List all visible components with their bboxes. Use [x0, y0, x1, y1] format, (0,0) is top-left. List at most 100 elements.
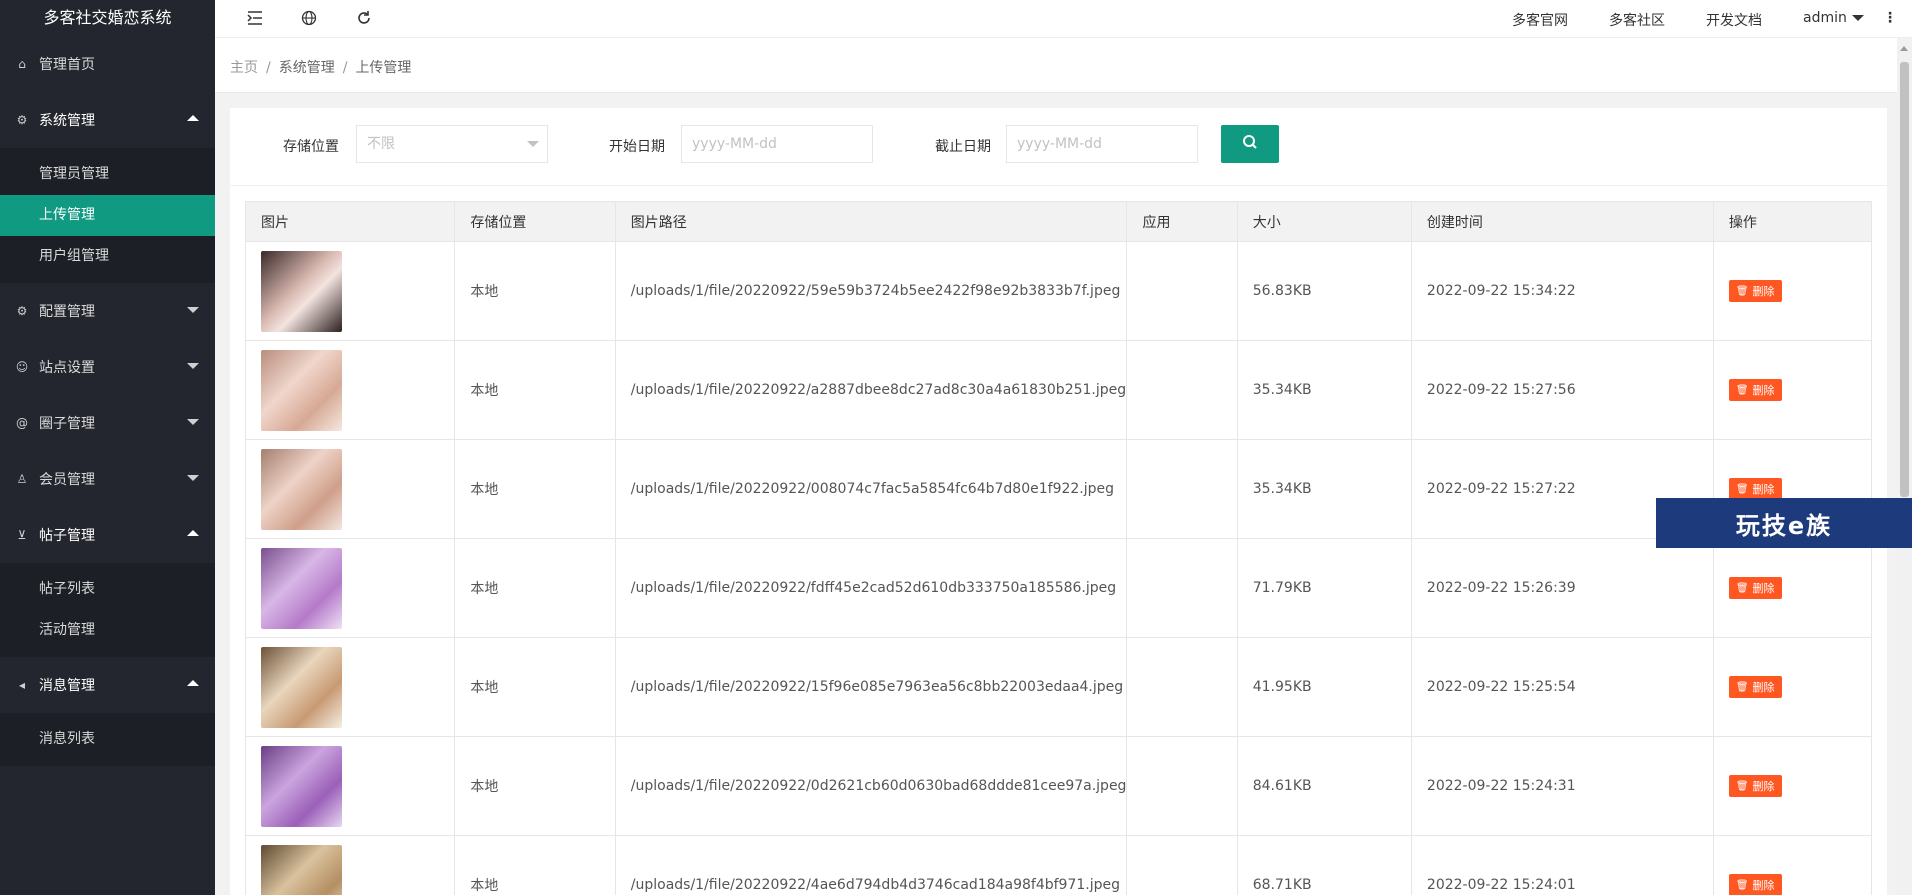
cell-image — [244, 439, 456, 539]
delete-label: 删除 — [1752, 681, 1775, 694]
delete-button[interactable]: 🗑 删除 — [1728, 280, 1782, 302]
storage-select-value: 不限 — [367, 136, 395, 152]
nav-item-label: 配置管理 — [39, 304, 95, 320]
end-date-input[interactable]: yyyy-MM-dd — [1006, 125, 1198, 163]
delete-label: 删除 — [1752, 582, 1775, 595]
cell-app — [1126, 340, 1238, 440]
cell-path: /uploads/1/file/20220922/15f96e085e7963e… — [614, 637, 1128, 737]
home-icon: ⌂ — [18, 57, 26, 71]
cell-created: 2022-09-22 15:24:01 — [1410, 835, 1714, 895]
storage-select[interactable]: 不限 — [356, 125, 548, 163]
table-row: 本地/uploads/1/file/20220922/008074c7fac5a… — [244, 439, 1873, 539]
upload-table: 图片 存储位置 图片路径 应用 大小 创建时间 操作 本地/uploads/1/… — [244, 201, 1873, 895]
image-thumbnail[interactable] — [261, 250, 342, 332]
user-menu[interactable]: admin — [1803, 10, 1864, 26]
nav-item-config[interactable]: ⚙ 配置管理 — [0, 283, 215, 339]
delete-button[interactable]: 🗑 删除 — [1728, 379, 1782, 401]
search-button[interactable] — [1221, 125, 1279, 163]
image-thumbnail[interactable] — [261, 646, 342, 728]
top-header: 多客官网 多客社区 开发文档 admin ⋮ — [215, 0, 1912, 38]
table-row: 本地/uploads/1/file/20220922/a2887dbee8dc2… — [244, 340, 1873, 440]
col-size: 大小 — [1236, 201, 1412, 242]
cell-storage: 本地 — [454, 340, 616, 440]
col-storage: 存储位置 — [454, 201, 616, 242]
nav-item-site[interactable]: ☺ 站点设置 — [0, 339, 215, 395]
cell-app — [1126, 538, 1238, 638]
delete-button[interactable]: 🗑 删除 — [1728, 676, 1782, 698]
start-date-input[interactable]: yyyy-MM-dd — [681, 125, 873, 163]
sidebar-item-post-list[interactable]: 帖子列表 — [0, 569, 215, 610]
page-scrollbar[interactable] — [1897, 38, 1912, 895]
app-title: 多客社交婚恋系统 — [43, 8, 172, 27]
breadcrumb-upload: 上传管理 — [355, 60, 412, 76]
table-row: 本地/uploads/1/file/20220922/59e59b3724b5e… — [244, 241, 1873, 341]
search-bar: 存储位置 不限 开始日期 yyyy-MM-dd 截止日期 yyyy-MM-dd — [230, 108, 1887, 186]
table-row: 本地/uploads/1/file/20220922/15f96e085e796… — [244, 637, 1873, 737]
content-card: 存储位置 不限 开始日期 yyyy-MM-dd 截止日期 yyyy-MM-dd … — [230, 108, 1887, 895]
image-thumbnail[interactable] — [261, 745, 342, 827]
image-thumbnail[interactable] — [261, 349, 342, 431]
cell-path: /uploads/1/file/20220922/fdff45e2cad52d6… — [614, 538, 1128, 638]
cell-app — [1126, 637, 1238, 737]
cell-size: 56.83KB — [1236, 241, 1412, 341]
gear-icon: ⚙ — [16, 304, 28, 318]
sidebar-item-activity[interactable]: 活动管理 — [0, 610, 215, 651]
nav-item-messages[interactable]: ◂ 消息管理 — [0, 657, 215, 713]
cell-created: 2022-09-22 15:27:56 — [1410, 340, 1714, 440]
trash-icon: 🗑 — [1735, 780, 1749, 792]
cell-size: 84.61KB — [1236, 736, 1412, 836]
cell-action: 🗑 删除 — [1712, 736, 1873, 836]
breadcrumb-system[interactable]: 系统管理 — [279, 60, 335, 76]
cell-image — [244, 736, 456, 836]
cell-path: /uploads/1/file/20220922/4ae6d794db4d374… — [614, 835, 1128, 895]
cell-image — [244, 241, 456, 341]
link-official-site[interactable]: 多客官网 — [1512, 10, 1568, 30]
sidebar-item-upload[interactable]: 上传管理 — [0, 195, 215, 236]
caret-down-icon — [1851, 15, 1864, 21]
nav-item-label: 圈子管理 — [39, 416, 95, 432]
image-thumbnail[interactable] — [261, 844, 342, 895]
nav-item-label: 站点设置 — [39, 360, 95, 376]
cell-action: 🗑 删除 — [1712, 538, 1873, 638]
cell-image — [244, 538, 456, 638]
breadcrumb-home[interactable]: 主页 — [230, 60, 258, 76]
nav-item-home[interactable]: ⌂ 管理首页 — [0, 36, 215, 92]
col-image: 图片 — [244, 201, 456, 242]
sidebar-item-usergroup[interactable]: 用户组管理 — [0, 236, 215, 277]
cell-app — [1126, 736, 1238, 836]
globe-icon[interactable] — [299, 8, 319, 28]
user-icon: ♙ — [16, 472, 28, 486]
refresh-icon[interactable] — [354, 8, 374, 28]
cell-storage: 本地 — [454, 736, 616, 836]
image-thumbnail[interactable] — [261, 547, 342, 629]
sidebar-item-message-list[interactable]: 消息列表 — [0, 719, 215, 760]
table-header-row: 图片 存储位置 图片路径 应用 大小 创建时间 操作 — [244, 201, 1873, 242]
more-icon[interactable]: ⋮ — [1883, 10, 1897, 26]
cell-storage: 本地 — [454, 538, 616, 638]
delete-button[interactable]: 🗑 删除 — [1728, 577, 1782, 599]
delete-button[interactable]: 🗑 删除 — [1728, 775, 1782, 797]
watermark-logo: 玩技e族 — [1656, 498, 1912, 548]
cell-storage: 本地 — [454, 241, 616, 341]
delete-label: 删除 — [1752, 384, 1775, 397]
cell-size: 41.95KB — [1236, 637, 1412, 737]
col-path: 图片路径 — [614, 201, 1128, 242]
delete-button[interactable]: 🗑 删除 — [1728, 874, 1782, 895]
scroll-up-icon[interactable] — [1900, 46, 1908, 51]
nav-item-posts[interactable]: ⊻ 帖子管理 — [0, 507, 215, 563]
image-thumbnail[interactable] — [261, 448, 342, 530]
link-docs[interactable]: 开发文档 — [1706, 10, 1762, 30]
scroll-thumb[interactable] — [1900, 62, 1909, 497]
nav-item-circle[interactable]: @ 圈子管理 — [0, 395, 215, 451]
search-icon — [1242, 134, 1258, 154]
delete-label: 删除 — [1752, 285, 1775, 298]
sidebar-item-admin[interactable]: 管理员管理 — [0, 154, 215, 195]
cell-storage: 本地 — [454, 439, 616, 539]
nav-item-member[interactable]: ♙ 会员管理 — [0, 451, 215, 507]
cell-action: 🗑 删除 — [1712, 835, 1873, 895]
nav-item-system[interactable]: ⚙ 系统管理 — [0, 92, 215, 148]
col-action: 操作 — [1712, 201, 1873, 242]
menu-fold-icon[interactable] — [245, 8, 265, 28]
link-community[interactable]: 多客社区 — [1609, 10, 1665, 30]
delete-button[interactable]: 🗑 删除 — [1728, 478, 1782, 500]
